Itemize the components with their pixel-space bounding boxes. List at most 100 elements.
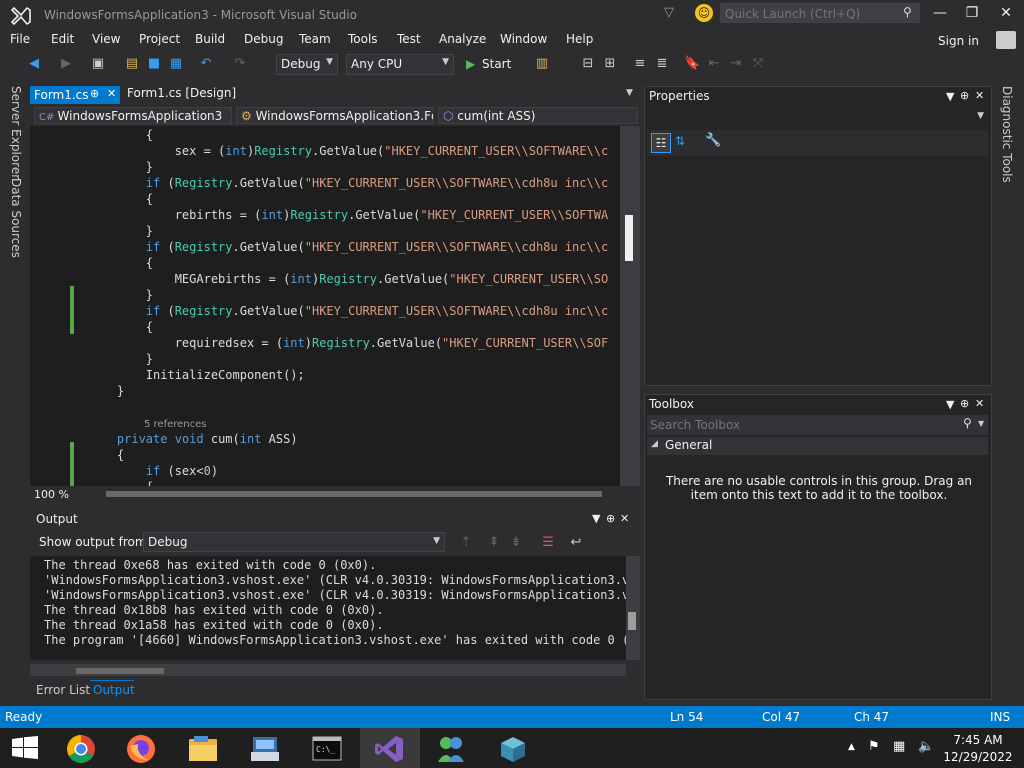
pin-icon[interactable]: ⊕	[960, 397, 969, 410]
quick-launch-input[interactable]	[725, 6, 895, 22]
properties-object-select[interactable]: ▼	[647, 107, 988, 127]
menu-file[interactable]: File	[10, 32, 30, 46]
panel-menu-chevron-icon[interactable]: ▼	[946, 398, 954, 411]
solution-configuration-select[interactable]: Debug ▼	[276, 54, 338, 75]
server-explorer-tab[interactable]: Server Explorer	[9, 86, 23, 179]
find-message-icon[interactable]: ⇡	[458, 535, 474, 551]
clock-time[interactable]: 7:45 AM	[943, 733, 1013, 747]
menu-build[interactable]: Build	[195, 32, 225, 46]
chrome-icon[interactable]	[52, 728, 112, 768]
close-icon[interactable]: ✕	[620, 512, 629, 525]
uncomment-lines-icon[interactable]: ≣	[654, 56, 670, 72]
next-bookmark-icon[interactable]: ⇥	[728, 56, 744, 72]
project-dropdown[interactable]: C# WindowsFormsApplication3	[34, 107, 232, 124]
solution-explorer-icon[interactable]: ⊟	[580, 56, 596, 72]
menu-team[interactable]: Team	[299, 32, 331, 46]
pin-icon[interactable]: ⊕	[90, 87, 99, 100]
bookmark-icon[interactable]: 🔖	[684, 56, 700, 72]
clear-bookmarks-icon[interactable]: ⤧	[750, 56, 766, 72]
output-scroll-thumb[interactable]	[628, 612, 636, 630]
close-icon[interactable]: ✕	[975, 89, 984, 102]
editor-horizontal-scroll-thumb[interactable]	[106, 491, 602, 497]
close-icon[interactable]: ✕	[975, 397, 984, 410]
toolbox-search-input[interactable]	[650, 417, 950, 433]
firefox-icon[interactable]	[112, 728, 172, 768]
package-icon[interactable]	[484, 728, 544, 768]
menu-analyze[interactable]: Analyze	[439, 32, 486, 46]
zoom-level[interactable]: 100 %	[34, 488, 69, 501]
output-vertical-scrollbar[interactable]	[626, 556, 640, 660]
feedback-smiley-icon[interactable]: ☺	[695, 4, 713, 22]
output-text-area[interactable]: The thread 0xe68 has exited with code 0 …	[30, 556, 626, 660]
search-icon[interactable]: ⚲	[903, 5, 912, 19]
maximize-button[interactable]: ❐	[962, 5, 982, 23]
previous-message-icon[interactable]: ⇞	[486, 535, 502, 551]
find-in-files-icon[interactable]: ▥	[534, 56, 550, 72]
properties-window-icon[interactable]: ⊞	[602, 56, 618, 72]
new-project-icon[interactable]: ▣	[90, 56, 106, 72]
member-dropdown[interactable]: ⬡ cum(int ASS)	[438, 107, 638, 124]
chevron-down-icon[interactable]: ▼	[978, 419, 984, 428]
panel-menu-chevron-icon[interactable]: ▼	[946, 90, 954, 103]
menu-window[interactable]: Window	[500, 32, 547, 46]
class-dropdown[interactable]: ⚙ WindowsFormsApplication3.Fc	[236, 107, 434, 124]
editor-vertical-scrollbar[interactable]	[620, 126, 640, 486]
pin-icon[interactable]: ⊕	[960, 89, 969, 102]
search-icon[interactable]: ⚲	[963, 416, 972, 430]
redo-icon[interactable]: ↷	[232, 56, 248, 72]
navigate-back-icon[interactable]: ◀	[26, 56, 42, 72]
tab-error-list[interactable]: Error List	[36, 683, 90, 697]
start-debugging-button[interactable]: ▶ Start	[462, 55, 524, 75]
messenger-icon[interactable]	[422, 728, 482, 768]
comment-lines-icon[interactable]: ≡	[632, 56, 648, 72]
menu-project[interactable]: Project	[139, 32, 180, 46]
menu-edit[interactable]: Edit	[51, 32, 74, 46]
diagnostic-tools-tab[interactable]: Diagnostic Tools	[1000, 86, 1014, 183]
network-icon[interactable]: ▦	[893, 739, 905, 754]
navigate-forward-icon[interactable]: ▶	[58, 56, 74, 72]
categorized-icon[interactable]: ☷	[651, 133, 671, 153]
save-all-icon[interactable]: ▦	[168, 56, 184, 72]
menu-debug[interactable]: Debug	[244, 32, 283, 46]
tab-output[interactable]: Output	[90, 680, 135, 700]
quick-launch-box[interactable]: ⚲	[720, 3, 920, 23]
alphabetical-icon[interactable]: ⇅	[675, 134, 685, 148]
visual-studio-icon[interactable]	[360, 728, 420, 768]
open-file-icon[interactable]: ▤	[124, 56, 140, 72]
menu-view[interactable]: View	[92, 32, 120, 46]
menu-help[interactable]: Help	[566, 32, 593, 46]
close-window-button[interactable]: ✕	[996, 5, 1016, 23]
close-tab-icon[interactable]: ✕	[107, 87, 116, 100]
command-prompt-icon[interactable]: C:\_	[298, 728, 358, 768]
volume-icon[interactable]: 🔈	[918, 739, 934, 754]
sign-in-link[interactable]: Sign in	[938, 34, 979, 48]
save-icon[interactable]: ■	[146, 56, 162, 72]
output-horizontal-scroll-thumb[interactable]	[76, 668, 164, 674]
editor-scroll-thumb[interactable]	[625, 215, 633, 261]
tab-form1-design[interactable]: Form1.cs [Design]	[127, 86, 236, 104]
windows-start-icon[interactable]	[0, 728, 60, 768]
next-message-icon[interactable]: ⇟	[508, 535, 524, 551]
panel-menu-chevron-icon[interactable]: ▼	[592, 512, 600, 525]
menu-tools[interactable]: Tools	[348, 32, 378, 46]
property-pages-wrench-icon[interactable]: 🔧	[705, 133, 721, 148]
menu-test[interactable]: Test	[397, 32, 421, 46]
clock-date[interactable]: 12/29/2022	[943, 750, 1013, 764]
undo-icon[interactable]: ↶	[198, 56, 214, 72]
solution-platform-select[interactable]: Any CPU ▼	[346, 54, 454, 75]
minimize-button[interactable]: —	[930, 5, 950, 23]
action-center-flag-icon[interactable]: ⚑	[868, 739, 880, 754]
code-editor[interactable]: { sex = (int)Registry.GetValue("HKEY_CUR…	[30, 126, 626, 486]
clear-all-icon[interactable]: ☰	[540, 535, 556, 551]
show-hidden-icons-icon[interactable]: ▲	[848, 742, 855, 752]
tab-form1-cs[interactable]: Form1.cs ⊕ ✕	[30, 86, 120, 104]
previous-bookmark-icon[interactable]: ⇤	[706, 56, 722, 72]
toolbox-search-box[interactable]: ⚲ ▼	[647, 415, 988, 435]
data-sources-tab[interactable]: Data Sources	[9, 178, 23, 258]
notification-filter-icon[interactable]: ▽	[664, 5, 678, 21]
file-explorer-icon[interactable]	[174, 728, 234, 768]
output-source-select[interactable]: Debug ▼	[143, 532, 445, 552]
pin-icon[interactable]: ⊕	[606, 512, 615, 525]
toggle-word-wrap-icon[interactable]: ↩	[568, 535, 584, 551]
keyboard-app-icon[interactable]	[236, 728, 296, 768]
